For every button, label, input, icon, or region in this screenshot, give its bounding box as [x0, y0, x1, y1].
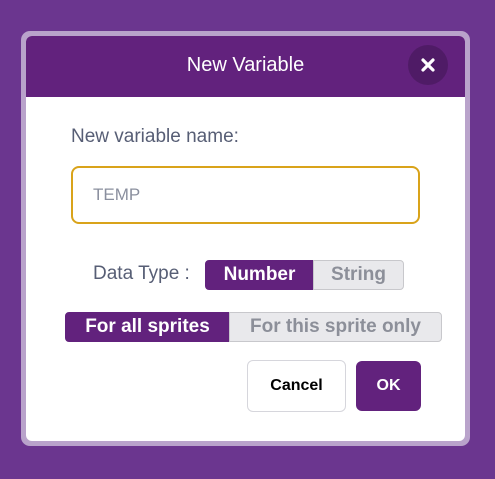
- scope-all-sprites-button[interactable]: For all sprites: [65, 312, 230, 342]
- close-icon: [421, 58, 435, 72]
- new-variable-dialog: New Variable New variable name: Data Typ…: [26, 36, 465, 441]
- variable-name-input[interactable]: [71, 166, 420, 224]
- data-type-number-button[interactable]: Number: [205, 260, 314, 290]
- close-button[interactable]: [408, 45, 448, 85]
- cancel-button[interactable]: Cancel: [247, 360, 346, 412]
- ok-button[interactable]: OK: [356, 361, 421, 411]
- variable-name-label: New variable name:: [71, 126, 239, 147]
- data-type-label: Data Type :: [93, 263, 190, 284]
- scope-this-sprite-button[interactable]: For this sprite only: [229, 312, 442, 342]
- data-type-string-button[interactable]: String: [313, 260, 404, 290]
- dialog-header: New Variable: [26, 36, 465, 97]
- dialog-title: New Variable: [186, 54, 305, 76]
